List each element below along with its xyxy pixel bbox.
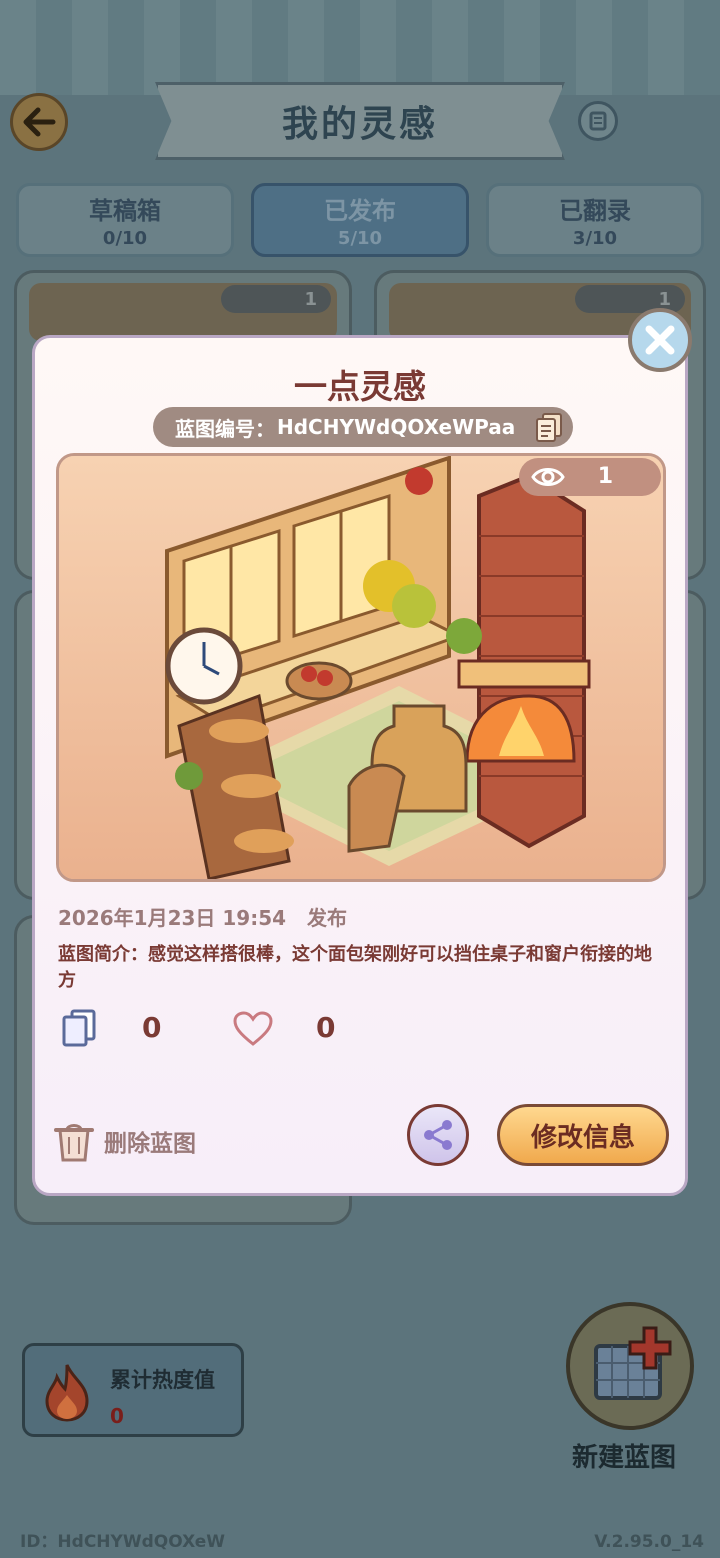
flame-icon [45, 1364, 89, 1422]
modal-title: 一点灵感 [294, 367, 426, 406]
view-count-pill: 1 [519, 458, 661, 496]
tab-label: 草稿箱 [89, 197, 161, 225]
tab-count: 5/10 [337, 228, 383, 249]
title-banner: 我的灵感 [155, 82, 565, 160]
arrow-left-icon [23, 107, 56, 137]
delete-blueprint-button[interactable]: 删除蓝图 [52, 1116, 196, 1166]
publish-status: 发布 [307, 906, 347, 930]
tab-label: 已发布 [324, 197, 396, 225]
tab-drafts[interactable]: 草稿箱 0/10 [16, 183, 234, 257]
new-blueprint-label: 新建蓝图 [572, 1443, 677, 1473]
scroll-icon [589, 111, 607, 131]
view-count: 1 [304, 288, 317, 310]
room-illustration [59, 456, 663, 879]
share-button[interactable] [407, 1104, 469, 1166]
player-id: ID：HdCHYWdQOXeW [20, 1532, 225, 1552]
tab-count: 3/10 [572, 228, 618, 249]
back-button[interactable] [10, 93, 68, 151]
edit-info-button[interactable]: 修改信息 [497, 1104, 669, 1166]
eye-icon [531, 468, 565, 486]
tab-published[interactable]: 已发布 5/10 [251, 183, 469, 257]
delete-label: 删除蓝图 [104, 1131, 196, 1157]
copies-icon [62, 1009, 96, 1047]
blueprint-code-pill: 蓝图编号： HdCHYWdQOXeWPaa [153, 407, 573, 447]
share-icon [424, 1120, 452, 1150]
copy-code-icon[interactable] [533, 411, 565, 443]
tab-recorded[interactable]: 已翻录 3/10 [486, 183, 704, 257]
edit-label: 修改信息 [530, 1122, 635, 1153]
blueprint-code: HdCHYWdQOXeWPaa [277, 415, 516, 439]
blueprint-add-icon [594, 1326, 672, 1400]
publish-date: 2026年1月23日 19:54 [58, 906, 287, 930]
heat-value: 0 [110, 1404, 124, 1428]
page-title: 我的灵感 [281, 104, 438, 145]
close-icon [645, 325, 675, 355]
blueprint-description: 蓝图简介：感觉这样搭很棒，这个面包架刚好可以挡住桌子和窗户衔接的地方 [58, 944, 652, 991]
likes-count: 0 [316, 1011, 336, 1044]
version-label: V.2.95.0_14 [594, 1532, 704, 1552]
blueprint-preview-image: 1 [56, 453, 666, 882]
copies-count: 0 [142, 1011, 162, 1044]
header-background [0, 0, 720, 95]
guide-book-button[interactable] [578, 101, 618, 141]
new-blueprint-button[interactable] [566, 1302, 694, 1430]
blueprint-detail-modal: 一点灵感 蓝图编号： HdCHYWdQOXeWPaa 1 2026年1月23日 … [32, 335, 688, 1196]
view-count: 1 [597, 464, 613, 489]
heart-icon [233, 1011, 273, 1046]
view-count: 1 [658, 288, 671, 310]
blueprint-code-label: 蓝图编号： [175, 416, 275, 441]
card-views: 1 [221, 285, 331, 313]
tab-count: 0/10 [102, 228, 148, 249]
tab-label: 已翻录 [559, 197, 631, 225]
close-modal-button[interactable] [628, 308, 692, 372]
heat-label: 累计热度值 [110, 1368, 215, 1392]
trash-icon [54, 1124, 94, 1162]
heat-panel: 累计热度值 0 [22, 1343, 244, 1437]
